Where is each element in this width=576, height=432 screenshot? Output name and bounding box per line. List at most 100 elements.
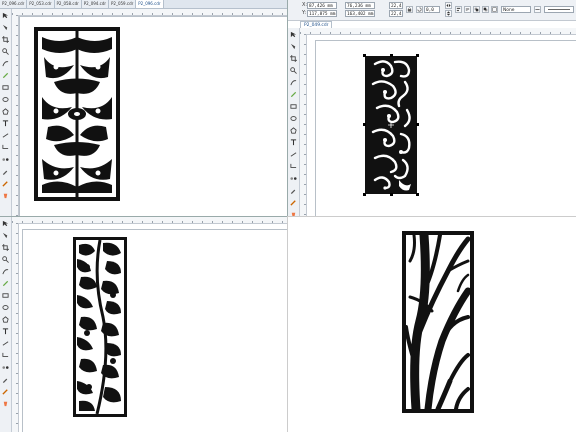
selection-handle[interactable] — [363, 193, 366, 196]
mirror-vertical-button[interactable] — [445, 10, 452, 17]
scale-x-field[interactable]: 22,4 — [389, 2, 403, 9]
freehand-tool-button[interactable] — [289, 78, 298, 87]
polygon-tool-button[interactable] — [1, 315, 10, 324]
document-tab[interactable]: P2_058.cdr — [54, 0, 82, 8]
ellipse-tool-button[interactable] — [1, 95, 10, 104]
selection-handle[interactable] — [390, 193, 393, 196]
wrap-text-button[interactable] — [464, 6, 471, 13]
selection-handle[interactable] — [363, 123, 366, 126]
rectangle-tool-button[interactable] — [289, 102, 298, 111]
crop-tool-button[interactable] — [289, 54, 298, 63]
outline-width-button[interactable] — [534, 6, 541, 13]
object-width-field[interactable]: 76,236 mm — [345, 2, 375, 9]
mirror-horizontal-button[interactable] — [445, 2, 452, 9]
outline-style-dropdown[interactable]: None — [501, 6, 531, 13]
shape-tool-button[interactable] — [1, 23, 10, 32]
selection-handle[interactable] — [390, 54, 393, 57]
vertical-ruler[interactable] — [12, 223, 19, 432]
vertical-ruler[interactable] — [12, 15, 19, 216]
tree-branch-panel[interactable] — [402, 231, 474, 413]
outline-pen-button[interactable] — [1, 179, 10, 188]
vertical-ruler[interactable] — [300, 34, 307, 216]
blend-tool-button[interactable] — [1, 363, 10, 372]
object-x-field[interactable]: 87,426 mm — [307, 2, 337, 9]
shape-tool-button[interactable] — [289, 42, 298, 51]
document-tab-active[interactable]: P2_096.cdr — [136, 0, 164, 8]
parallel-dimension-button[interactable] — [1, 339, 10, 348]
eyedropper-button[interactable] — [1, 375, 10, 384]
lock-ratio-button[interactable] — [406, 6, 413, 13]
polygon-tool-button[interactable] — [289, 126, 298, 135]
selection-handle[interactable] — [416, 54, 419, 57]
rotation-button[interactable] — [416, 6, 423, 13]
pick-tool-button[interactable] — [1, 11, 10, 20]
zoom-tool-button[interactable] — [289, 66, 298, 75]
selection-handle[interactable] — [416, 123, 419, 126]
document-tab[interactable]: P2_094.cdr — [81, 0, 109, 8]
bottom-right-preview — [287, 216, 576, 432]
selection-handle[interactable] — [416, 193, 419, 196]
to-front-icon — [474, 7, 479, 12]
horizontal-ruler[interactable] — [12, 217, 287, 224]
object-height-field[interactable]: 163,402 mm — [345, 10, 375, 17]
pick-tool-button[interactable] — [289, 30, 298, 39]
shape-tool-button[interactable] — [1, 231, 10, 240]
parallel-dimension-button[interactable] — [1, 131, 10, 140]
crop-tool-button[interactable] — [1, 243, 10, 252]
group-button[interactable] — [491, 6, 498, 13]
eyedropper-icon — [290, 189, 296, 194]
align-button[interactable] — [455, 6, 462, 13]
pick-tool-button[interactable] — [1, 219, 10, 228]
crop-tool-button[interactable] — [1, 35, 10, 44]
artistic-media-button[interactable] — [1, 279, 10, 288]
parallel-dimension-button[interactable] — [289, 150, 298, 159]
eyedropper-button[interactable] — [289, 186, 298, 195]
ellipse-tool-button[interactable] — [1, 303, 10, 312]
text-tool-button[interactable] — [1, 327, 10, 336]
to-front-button[interactable] — [473, 6, 480, 13]
blend-tool-button[interactable] — [1, 155, 10, 164]
outline-pen-button[interactable] — [289, 198, 298, 207]
eyedropper-button[interactable] — [1, 167, 10, 176]
connector-tool-icon — [290, 163, 297, 168]
rectangle-tool-icon — [290, 104, 297, 109]
fill-tool-button[interactable] — [1, 399, 10, 408]
freehand-tool-button[interactable] — [1, 59, 10, 68]
vine-leaf-panel[interactable] — [73, 237, 127, 417]
text-tool-icon — [2, 328, 9, 335]
text-tool-button[interactable] — [289, 138, 298, 147]
document-tab[interactable]: P2_059.cdr — [109, 0, 137, 8]
ellipse-tool-button[interactable] — [289, 114, 298, 123]
connector-tool-button[interactable] — [1, 143, 10, 152]
zoom-tool-icon — [2, 48, 9, 55]
rectangle-tool-button[interactable] — [1, 291, 10, 300]
polygon-tool-button[interactable] — [1, 107, 10, 116]
artistic-media-button[interactable] — [289, 90, 298, 99]
line-style-dropdown[interactable] — [544, 6, 574, 13]
artistic-media-icon — [290, 91, 297, 98]
outline-pen-button[interactable] — [1, 387, 10, 396]
selection-handle[interactable] — [363, 54, 366, 57]
zoom-tool-button[interactable] — [1, 47, 10, 56]
connector-tool-button[interactable] — [289, 162, 298, 171]
rotation-field[interactable]: 0,0 — [424, 6, 440, 13]
align-icon — [456, 7, 461, 12]
outline-pen-icon — [290, 200, 296, 206]
connector-tool-button[interactable] — [1, 351, 10, 360]
document-tab[interactable]: P2_053.cdr — [27, 0, 55, 8]
object-y-field[interactable]: 117,875 mm — [307, 10, 337, 17]
scale-y-field[interactable]: 22,4 — [389, 10, 403, 17]
horizontal-ruler[interactable] — [300, 28, 576, 35]
blend-tool-button[interactable] — [289, 174, 298, 183]
document-tab[interactable]: P2_096.cdr — [0, 0, 28, 8]
text-tool-button[interactable] — [1, 119, 10, 128]
artistic-media-button[interactable] — [1, 71, 10, 80]
wrap-text-icon — [465, 8, 470, 11]
fill-tool-button[interactable] — [1, 191, 10, 200]
zoom-tool-button[interactable] — [1, 255, 10, 264]
horizontal-ruler[interactable] — [12, 9, 287, 16]
to-back-button[interactable] — [482, 6, 489, 13]
floral-ornament-panel[interactable] — [34, 27, 120, 201]
rectangle-tool-button[interactable] — [1, 83, 10, 92]
freehand-tool-button[interactable] — [1, 267, 10, 276]
